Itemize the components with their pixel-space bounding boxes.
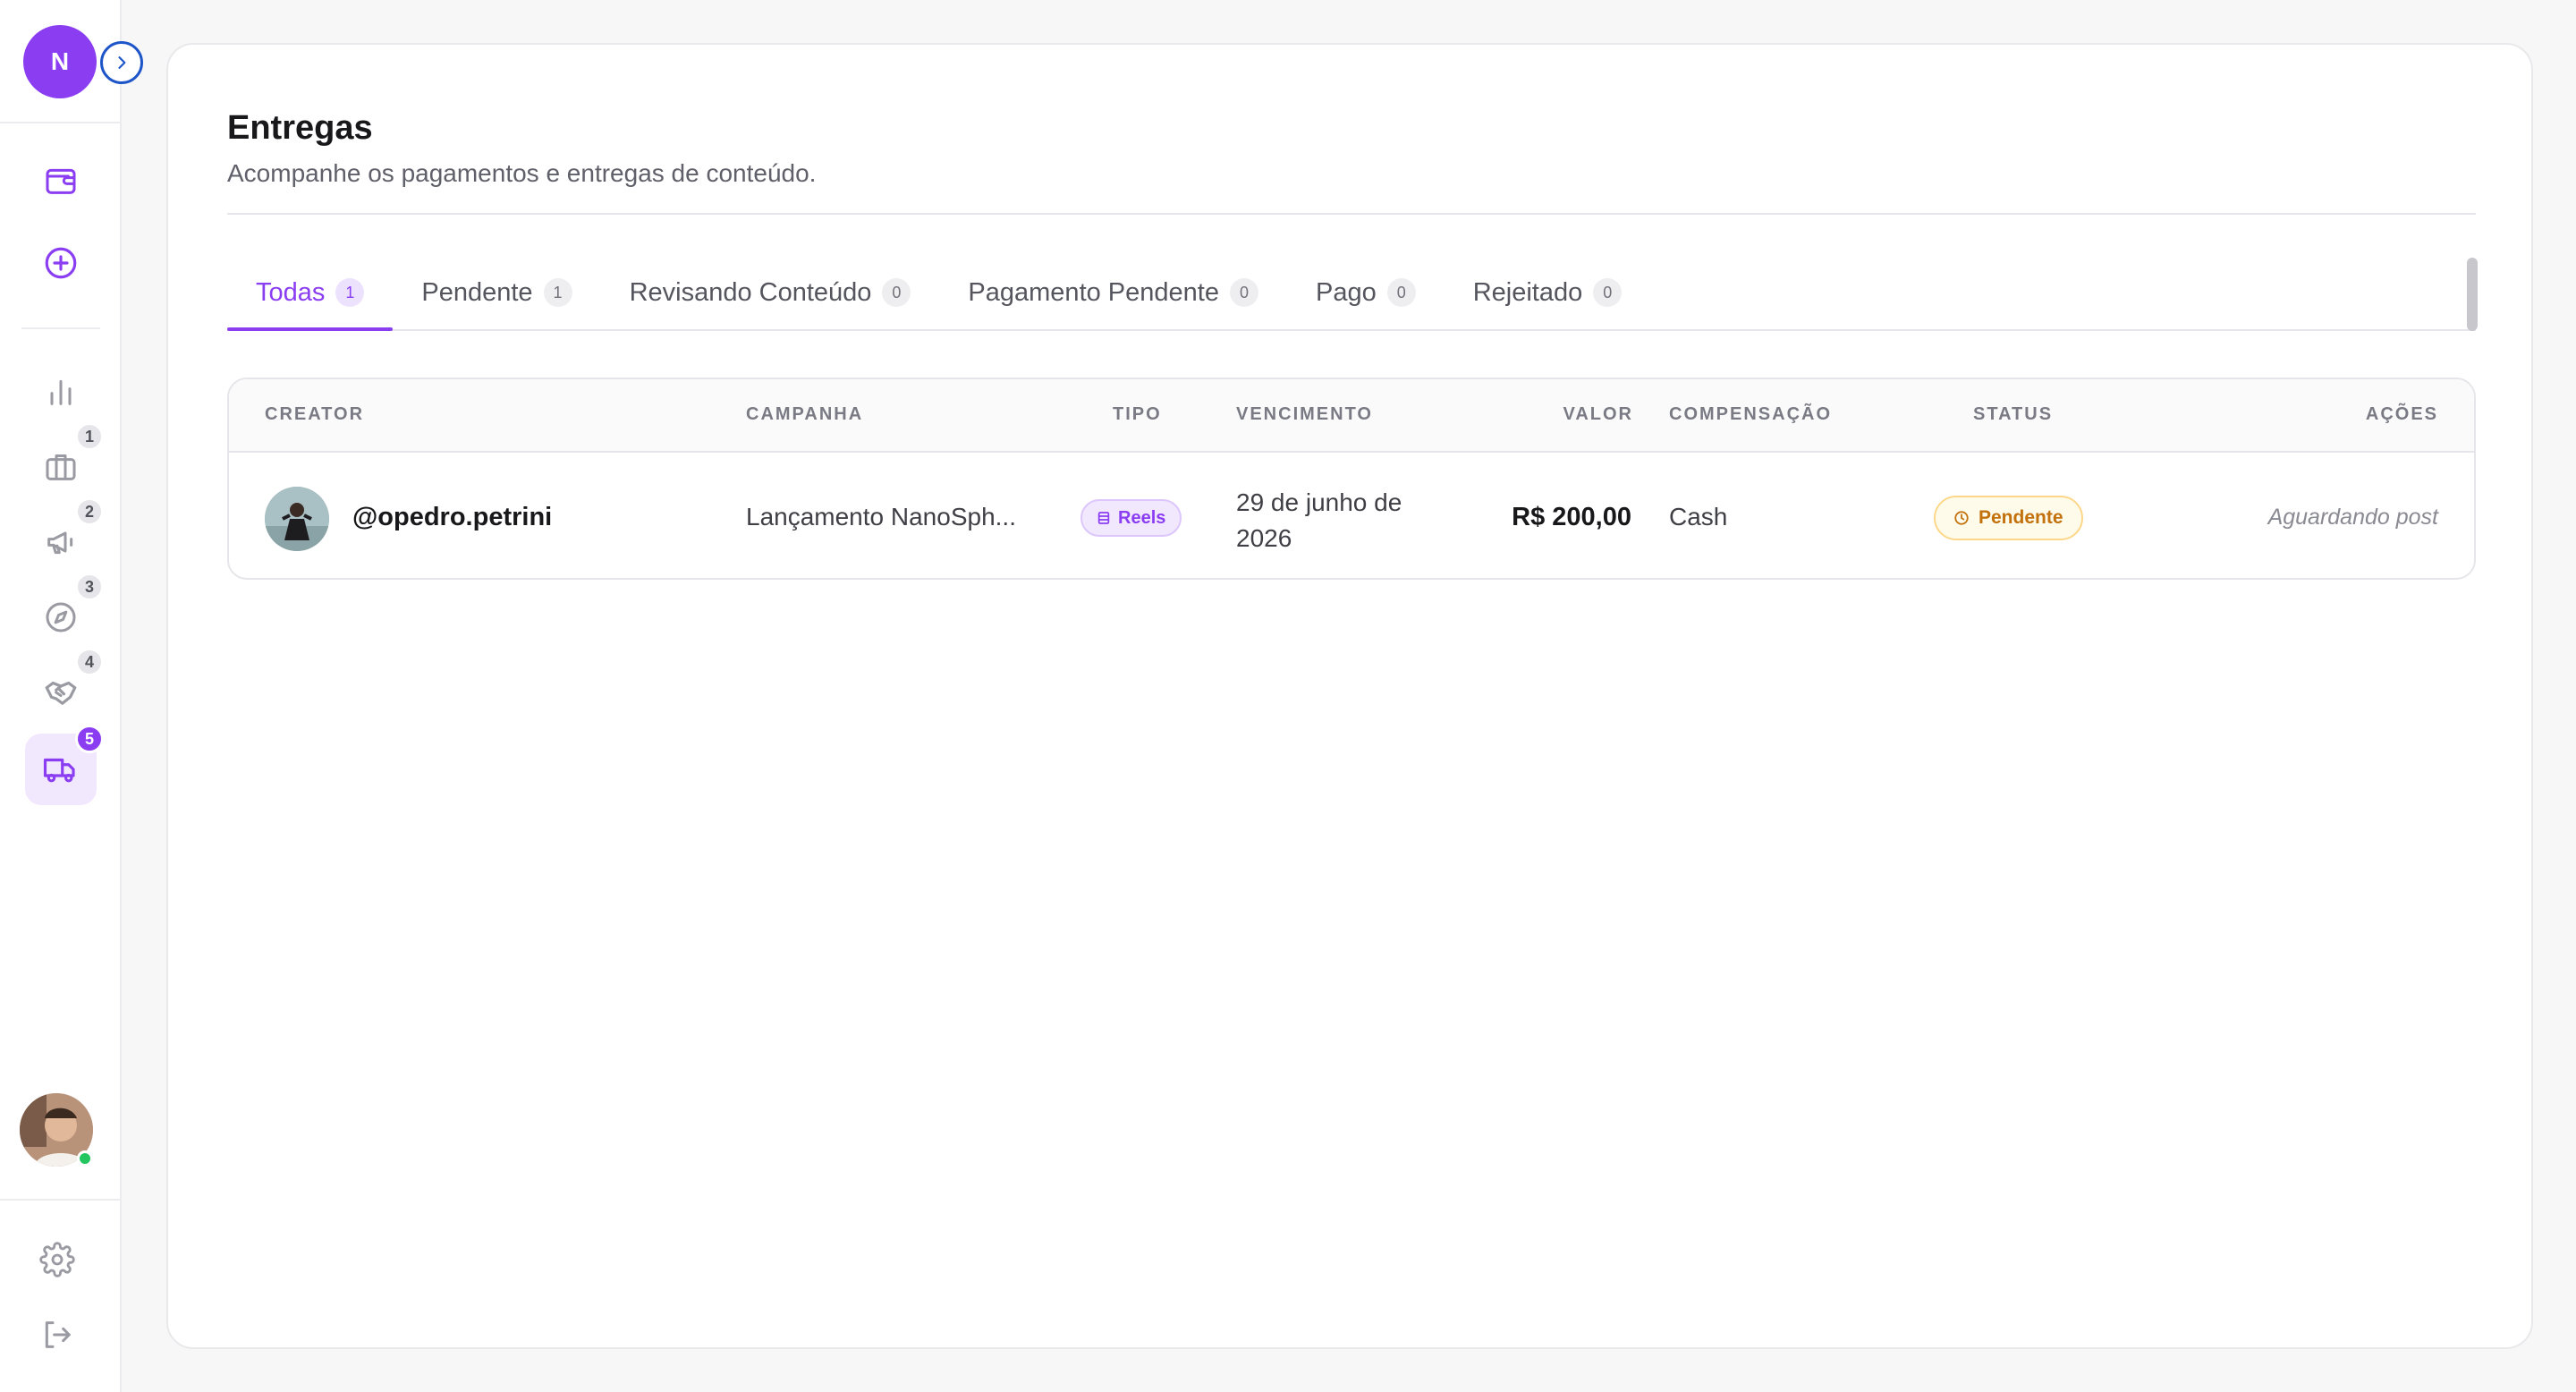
column-header-due: VENCIMENTO bbox=[1236, 404, 1373, 424]
deliveries-card: Entregas Acompanhe os pagamentos e entre… bbox=[166, 43, 2533, 1349]
sidebar-item-explore[interactable]: 3 bbox=[25, 573, 104, 653]
content-type-label: Reels bbox=[1118, 507, 1166, 528]
campaign-name[interactable]: Lançamento NanoSph... bbox=[746, 503, 1016, 531]
page-title: Entregas bbox=[227, 109, 373, 147]
gear-icon bbox=[39, 1242, 75, 1277]
handshake-icon bbox=[45, 681, 77, 705]
creator-handle[interactable]: @opedro.petrini bbox=[352, 503, 552, 532]
clock-icon bbox=[1954, 511, 1969, 525]
creator-avatar[interactable] bbox=[265, 487, 329, 551]
status-badge: Pendente bbox=[1934, 496, 2083, 540]
wallet-icon bbox=[46, 168, 76, 194]
tab-count: 0 bbox=[882, 278, 911, 307]
sidebar-divider bbox=[0, 122, 122, 123]
tab-count: 0 bbox=[1229, 278, 1258, 307]
column-header-compensation: COMPENSAÇÃO bbox=[1669, 404, 1833, 424]
film-icon bbox=[1097, 512, 1110, 524]
sidebar-item-deliveries[interactable]: 5 bbox=[25, 725, 104, 805]
nav-badge: 3 bbox=[75, 573, 104, 601]
sidebar-divider bbox=[0, 1199, 122, 1201]
online-status-dot bbox=[77, 1150, 93, 1167]
column-header-campaign: CAMPANHA bbox=[746, 404, 864, 424]
plus-circle-icon bbox=[45, 247, 77, 279]
bar-chart-icon bbox=[50, 379, 72, 405]
column-header-status: STATUS bbox=[1973, 404, 2054, 424]
title-divider bbox=[227, 213, 2476, 215]
tab-todas[interactable]: Todas 1 bbox=[227, 256, 394, 331]
tab-label: Todas bbox=[256, 277, 326, 307]
logout-icon bbox=[45, 1321, 71, 1348]
compass-icon bbox=[46, 602, 76, 632]
due-date: 29 de junho de 2026 bbox=[1236, 488, 1402, 552]
logout-button[interactable] bbox=[21, 1299, 93, 1371]
nav-badge: 2 bbox=[75, 497, 104, 526]
expand-sidebar-button[interactable] bbox=[100, 41, 143, 84]
chevron-right-icon bbox=[118, 56, 126, 69]
column-header-value: VALOR bbox=[1563, 404, 1633, 424]
workspace-initial: N bbox=[50, 47, 70, 75]
content-type-badge: Reels bbox=[1080, 499, 1182, 537]
tab-label: Rejeitado bbox=[1472, 277, 1583, 307]
column-header-type: TIPO bbox=[1113, 404, 1162, 424]
status-tabs: Todas 1 Pendente 1 Revisando Conteúdo 0 … bbox=[227, 256, 2476, 331]
tab-count: 0 bbox=[1386, 278, 1416, 307]
table-header: CREATOR CAMPANHA TIPO VENCIMENTO VALOR C… bbox=[229, 379, 2474, 453]
payment-value: R$ 200,00 bbox=[1512, 503, 1631, 531]
briefcase-icon bbox=[46, 454, 76, 480]
sidebar-item-briefcase[interactable]: 1 bbox=[25, 422, 104, 503]
column-header-creator: CREATOR bbox=[265, 404, 365, 424]
deliveries-table: CREATOR CAMPANHA TIPO VENCIMENTO VALOR C… bbox=[227, 378, 2476, 580]
workspace-avatar[interactable]: N bbox=[23, 25, 97, 98]
sidebar: N 1 2 3 4 5 bbox=[0, 0, 143, 1392]
nav-badge: 5 bbox=[75, 725, 104, 753]
settings-button[interactable] bbox=[21, 1224, 93, 1295]
tab-label: Pagamento Pendente bbox=[968, 277, 1219, 307]
tab-pagamento-pendente[interactable]: Pagamento Pendente 0 bbox=[939, 256, 1287, 329]
sidebar-divider bbox=[21, 327, 100, 329]
tab-label: Revisando Conteúdo bbox=[629, 277, 872, 307]
tab-revisando-conteudo[interactable]: Revisando Conteúdo 0 bbox=[601, 256, 940, 329]
tab-pendente[interactable]: Pendente 1 bbox=[393, 256, 600, 329]
column-header-actions: AÇÕES bbox=[2365, 404, 2438, 424]
status-label: Pendente bbox=[1979, 507, 2063, 528]
tab-count: 0 bbox=[1593, 278, 1623, 307]
tab-count: 1 bbox=[335, 278, 365, 307]
nav-badge: 1 bbox=[75, 422, 104, 451]
sidebar-item-deals[interactable]: 4 bbox=[25, 648, 104, 728]
sidebar-item-analytics[interactable] bbox=[25, 356, 97, 428]
tab-count: 1 bbox=[543, 278, 572, 307]
table-row[interactable]: @opedro.petrini Lançamento NanoSph... Re… bbox=[229, 454, 2474, 578]
truck-icon bbox=[43, 758, 75, 783]
action-status-text: Aguardando post bbox=[2267, 505, 2438, 530]
sidebar-item-add[interactable] bbox=[25, 227, 97, 299]
sidebar-item-campaigns[interactable]: 2 bbox=[25, 497, 104, 578]
creator-photo-icon bbox=[265, 487, 329, 551]
tab-pago[interactable]: Pago 0 bbox=[1287, 256, 1445, 329]
tabs-scrollbar[interactable] bbox=[2467, 258, 2478, 331]
megaphone-icon bbox=[47, 531, 73, 555]
page-subtitle: Acompanhe os pagamentos e entregas de co… bbox=[227, 159, 817, 187]
tab-rejeitado[interactable]: Rejeitado 0 bbox=[1445, 256, 1651, 329]
tab-label: Pago bbox=[1315, 277, 1377, 307]
tab-label: Pendente bbox=[421, 277, 533, 307]
nav-badge: 4 bbox=[75, 648, 104, 676]
compensation-type: Cash bbox=[1669, 503, 1728, 530]
sidebar-item-wallet[interactable] bbox=[25, 145, 97, 216]
